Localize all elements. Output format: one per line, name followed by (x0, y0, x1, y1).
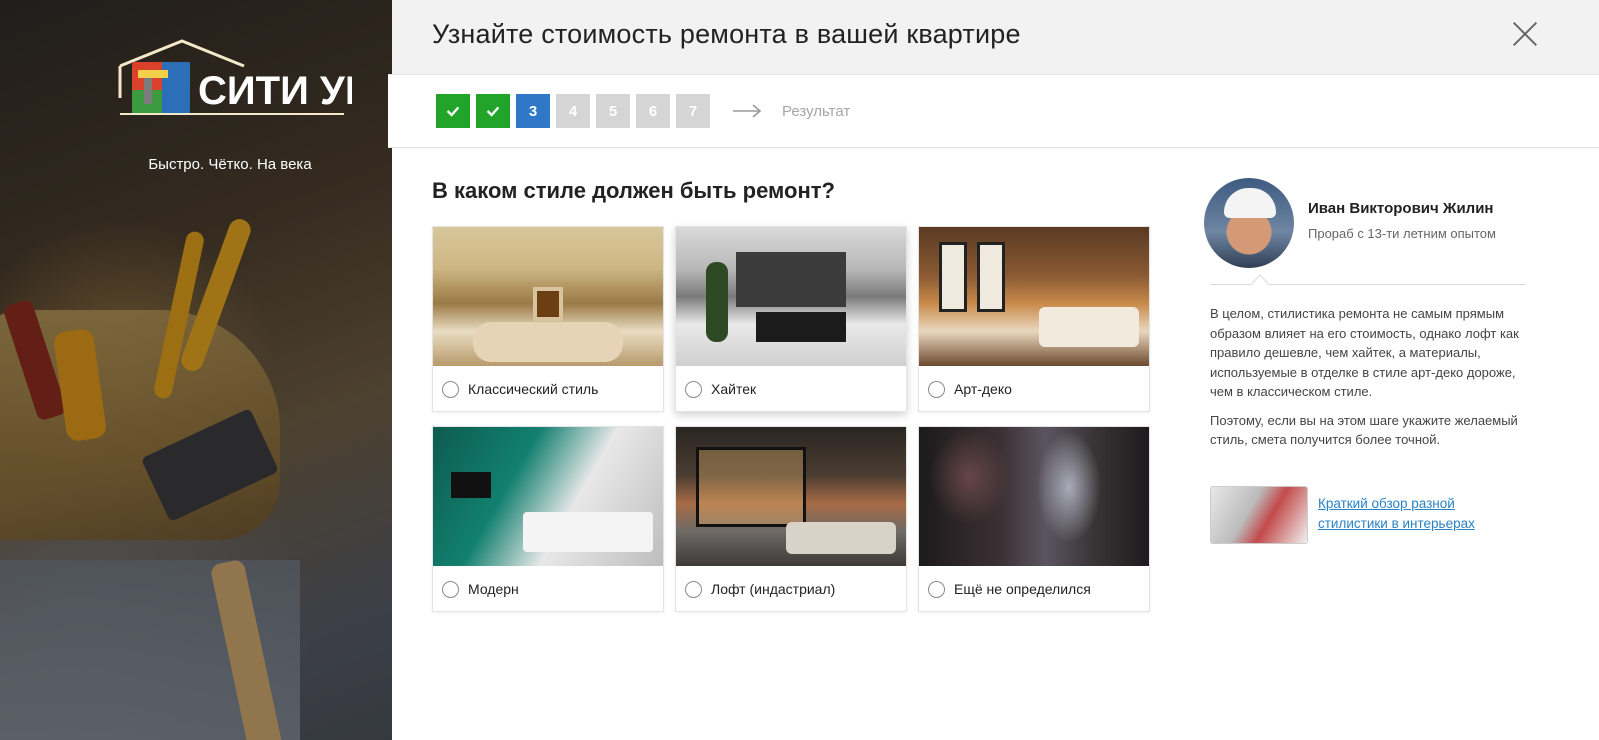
logo[interactable]: СИТИ УЮТ (112, 38, 352, 118)
close-icon[interactable] (1511, 20, 1539, 48)
promo-panel: СИТИ УЮТ Быстро. Чётко. На века (0, 0, 392, 740)
steps: 3 4 5 6 7 Результат (436, 94, 850, 128)
radio-button[interactable] (928, 580, 945, 598)
avatar (1204, 178, 1294, 268)
radio-button[interactable] (442, 580, 459, 598)
hitech-style-photo (676, 227, 906, 366)
loft-style-photo (676, 427, 906, 566)
radio-button[interactable] (685, 580, 702, 598)
styles-review: Краткий обзор разной стилистики в интерь… (1210, 486, 1508, 544)
undecided-blurred-photo (919, 427, 1149, 566)
question-title: В каком стиле должен быть ремонт? (432, 178, 835, 203)
check-icon (446, 106, 460, 117)
modal-header: Узнайте стоимость ремонта в вашей кварти… (392, 0, 1599, 74)
modal-title: Узнайте стоимость ремонта в вашей кварти… (432, 19, 1021, 49)
tagline: Быстро. Чётко. На века (148, 156, 312, 173)
step-5: 5 (596, 94, 630, 128)
radio-button[interactable] (685, 380, 702, 398)
step-1-done[interactable] (436, 94, 470, 128)
option-artdeco[interactable]: Арт-деко (918, 226, 1150, 412)
option-label: Хайтек (711, 381, 757, 397)
option-undecided[interactable]: Ещё не определился (918, 426, 1150, 612)
option-loft[interactable]: Лофт (индастриал) (675, 426, 907, 612)
step-7: 7 (676, 94, 710, 128)
result-step-label: Результат (782, 102, 851, 120)
foreman-role: Прораб с 13-ти летним опытом (1308, 226, 1496, 241)
style-options-grid: Классический стиль Хайтек Арт-деко Модер… (432, 226, 1150, 612)
review-link[interactable]: Краткий обзор разной стилистики в интерь… (1318, 494, 1508, 534)
option-classic[interactable]: Классический стиль (432, 226, 664, 412)
step-6: 6 (636, 94, 670, 128)
option-label: Лофт (индастриал) (711, 581, 836, 597)
logo-text: СИТИ УЮТ (198, 69, 352, 113)
foreman-sidebar: Иван Викторович Жилин Прораб с 13-ти лет… (1204, 178, 1526, 544)
option-label: Арт-деко (954, 381, 1012, 397)
radio-button[interactable] (928, 380, 945, 398)
review-thumbnail[interactable] (1210, 486, 1308, 544)
advice-paragraph: В целом, стилистика ремонта не самым пря… (1210, 306, 1519, 399)
foreman-advice: В целом, стилистика ремонта не самым пря… (1210, 304, 1530, 450)
advice-paragraph: Поэтому, если вы на этом шаге укажите же… (1210, 412, 1518, 448)
option-hitech[interactable]: Хайтек (675, 226, 907, 412)
radio-button[interactable] (442, 380, 459, 398)
helmet-icon (1224, 188, 1276, 218)
divider (1210, 274, 1526, 292)
foreman-name: Иван Викторович Жилин (1308, 200, 1494, 217)
step-4: 4 (556, 94, 590, 128)
artdeco-style-photo (919, 227, 1149, 366)
calculator-modal: Узнайте стоимость ремонта в вашей кварти… (388, 0, 1599, 740)
option-label: Классический стиль (468, 381, 599, 397)
arrow-right-icon (733, 104, 762, 118)
step-3-current[interactable]: 3 (516, 94, 550, 128)
classic-style-photo (433, 227, 663, 366)
modern-style-photo (433, 427, 663, 566)
check-icon (486, 106, 500, 117)
foreman-info: Иван Викторович Жилин Прораб с 13-ти лет… (1308, 200, 1496, 241)
progress-steps-bar: 3 4 5 6 7 Результат (388, 74, 1599, 148)
option-label: Модерн (468, 581, 519, 597)
option-label: Ещё не определился (954, 581, 1091, 597)
option-modern[interactable]: Модерн (432, 426, 664, 612)
step-2-done[interactable] (476, 94, 510, 128)
